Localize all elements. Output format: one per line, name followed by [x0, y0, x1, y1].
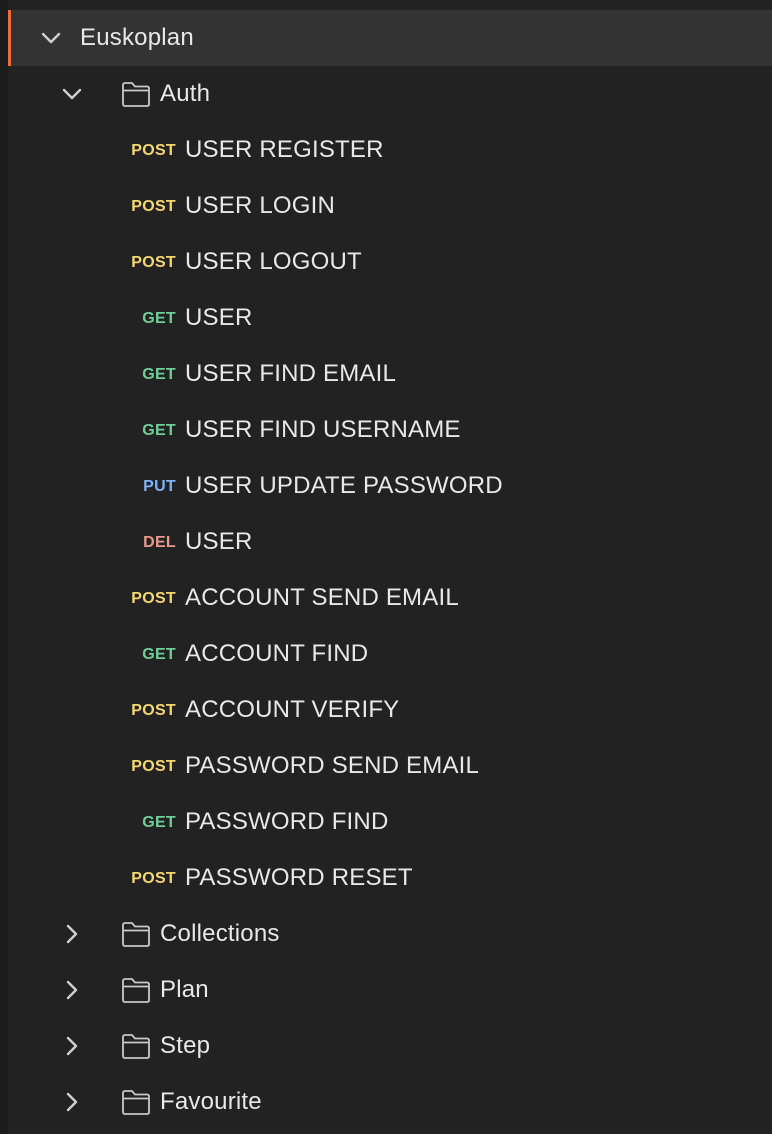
- request-row[interactable]: POST USER REGISTER: [8, 122, 772, 178]
- request-row[interactable]: GET ACCOUNT FIND: [8, 626, 772, 682]
- request-name: USER FIND EMAIL: [185, 360, 397, 387]
- request-name: USER: [185, 304, 253, 331]
- collection-tree: Euskoplan Auth POST USER REGISTER POST USER …: [0, 0, 772, 1134]
- folder-row-favourite[interactable]: Favourite: [8, 1074, 772, 1130]
- method-badge-get: GET: [142, 814, 176, 831]
- folder-icon: [120, 79, 152, 109]
- method-badge-get: GET: [142, 422, 176, 439]
- folder-name: Collections: [160, 920, 280, 947]
- request-row[interactable]: GET USER FIND USERNAME: [8, 402, 772, 458]
- request-name: USER LOGOUT: [185, 248, 362, 275]
- request-row[interactable]: PUT USER UPDATE PASSWORD: [8, 458, 772, 514]
- chevron-down-icon[interactable]: [58, 80, 86, 108]
- request-name: ACCOUNT FIND: [185, 640, 369, 667]
- method-badge-post: POST: [131, 254, 176, 271]
- request-row[interactable]: DEL USER: [8, 514, 772, 570]
- method-badge-post: POST: [131, 590, 176, 607]
- folder-name: Plan: [160, 976, 209, 1003]
- request-row[interactable]: POST PASSWORD SEND EMAIL: [8, 738, 772, 794]
- folder-name: Step: [160, 1032, 211, 1059]
- folder-icon: [120, 919, 152, 949]
- tree-gutter: [0, 0, 8, 1134]
- request-name: USER UPDATE PASSWORD: [185, 472, 503, 499]
- request-name: USER FIND USERNAME: [185, 416, 461, 443]
- request-name: ACCOUNT VERIFY: [185, 696, 400, 723]
- request-name: PASSWORD FIND: [185, 808, 389, 835]
- request-name: USER LOGIN: [185, 192, 336, 219]
- folder-row-step[interactable]: Step: [8, 1018, 772, 1074]
- method-badge-post: POST: [131, 142, 176, 159]
- method-badge-get: GET: [142, 646, 176, 663]
- chevron-right-icon[interactable]: [58, 1088, 86, 1116]
- request-name: PASSWORD RESET: [185, 864, 413, 891]
- chevron-right-icon[interactable]: [58, 976, 86, 1004]
- request-row[interactable]: POST PASSWORD RESET: [8, 850, 772, 906]
- folder-icon: [120, 1087, 152, 1117]
- chevron-right-icon[interactable]: [58, 1032, 86, 1060]
- folder-icon: [120, 975, 152, 1005]
- folder-icon: [120, 1031, 152, 1061]
- collection-row-euskoplan[interactable]: Euskoplan: [8, 10, 772, 66]
- folder-name: Favourite: [160, 1088, 262, 1115]
- request-row[interactable]: POST USER LOGIN: [8, 178, 772, 234]
- request-row[interactable]: POST USER LOGOUT: [8, 234, 772, 290]
- collection-name: Euskoplan: [80, 24, 194, 51]
- folder-row-collections[interactable]: Collections: [8, 906, 772, 962]
- folder-name: Auth: [160, 80, 211, 107]
- request-name: USER: [185, 528, 253, 555]
- method-badge-post: POST: [131, 702, 176, 719]
- folder-row-auth[interactable]: Auth: [8, 66, 772, 122]
- request-row[interactable]: POST ACCOUNT SEND EMAIL: [8, 570, 772, 626]
- chevron-right-icon[interactable]: [58, 920, 86, 948]
- request-row[interactable]: GET PASSWORD FIND: [8, 794, 772, 850]
- method-badge-get: GET: [142, 310, 176, 327]
- request-row[interactable]: GET USER FIND EMAIL: [8, 346, 772, 402]
- method-badge-post: POST: [131, 870, 176, 887]
- chevron-down-icon[interactable]: [37, 24, 65, 52]
- method-badge-post: POST: [131, 758, 176, 775]
- method-badge-get: GET: [142, 366, 176, 383]
- request-name: ACCOUNT SEND EMAIL: [185, 584, 459, 611]
- request-row[interactable]: GET USER: [8, 290, 772, 346]
- request-row[interactable]: POST ACCOUNT VERIFY: [8, 682, 772, 738]
- method-badge-put: PUT: [143, 478, 176, 495]
- request-name: PASSWORD SEND EMAIL: [185, 752, 480, 779]
- method-badge-post: POST: [131, 198, 176, 215]
- folder-row-plan[interactable]: Plan: [8, 962, 772, 1018]
- method-badge-del: DEL: [143, 534, 176, 551]
- request-name: USER REGISTER: [185, 136, 384, 163]
